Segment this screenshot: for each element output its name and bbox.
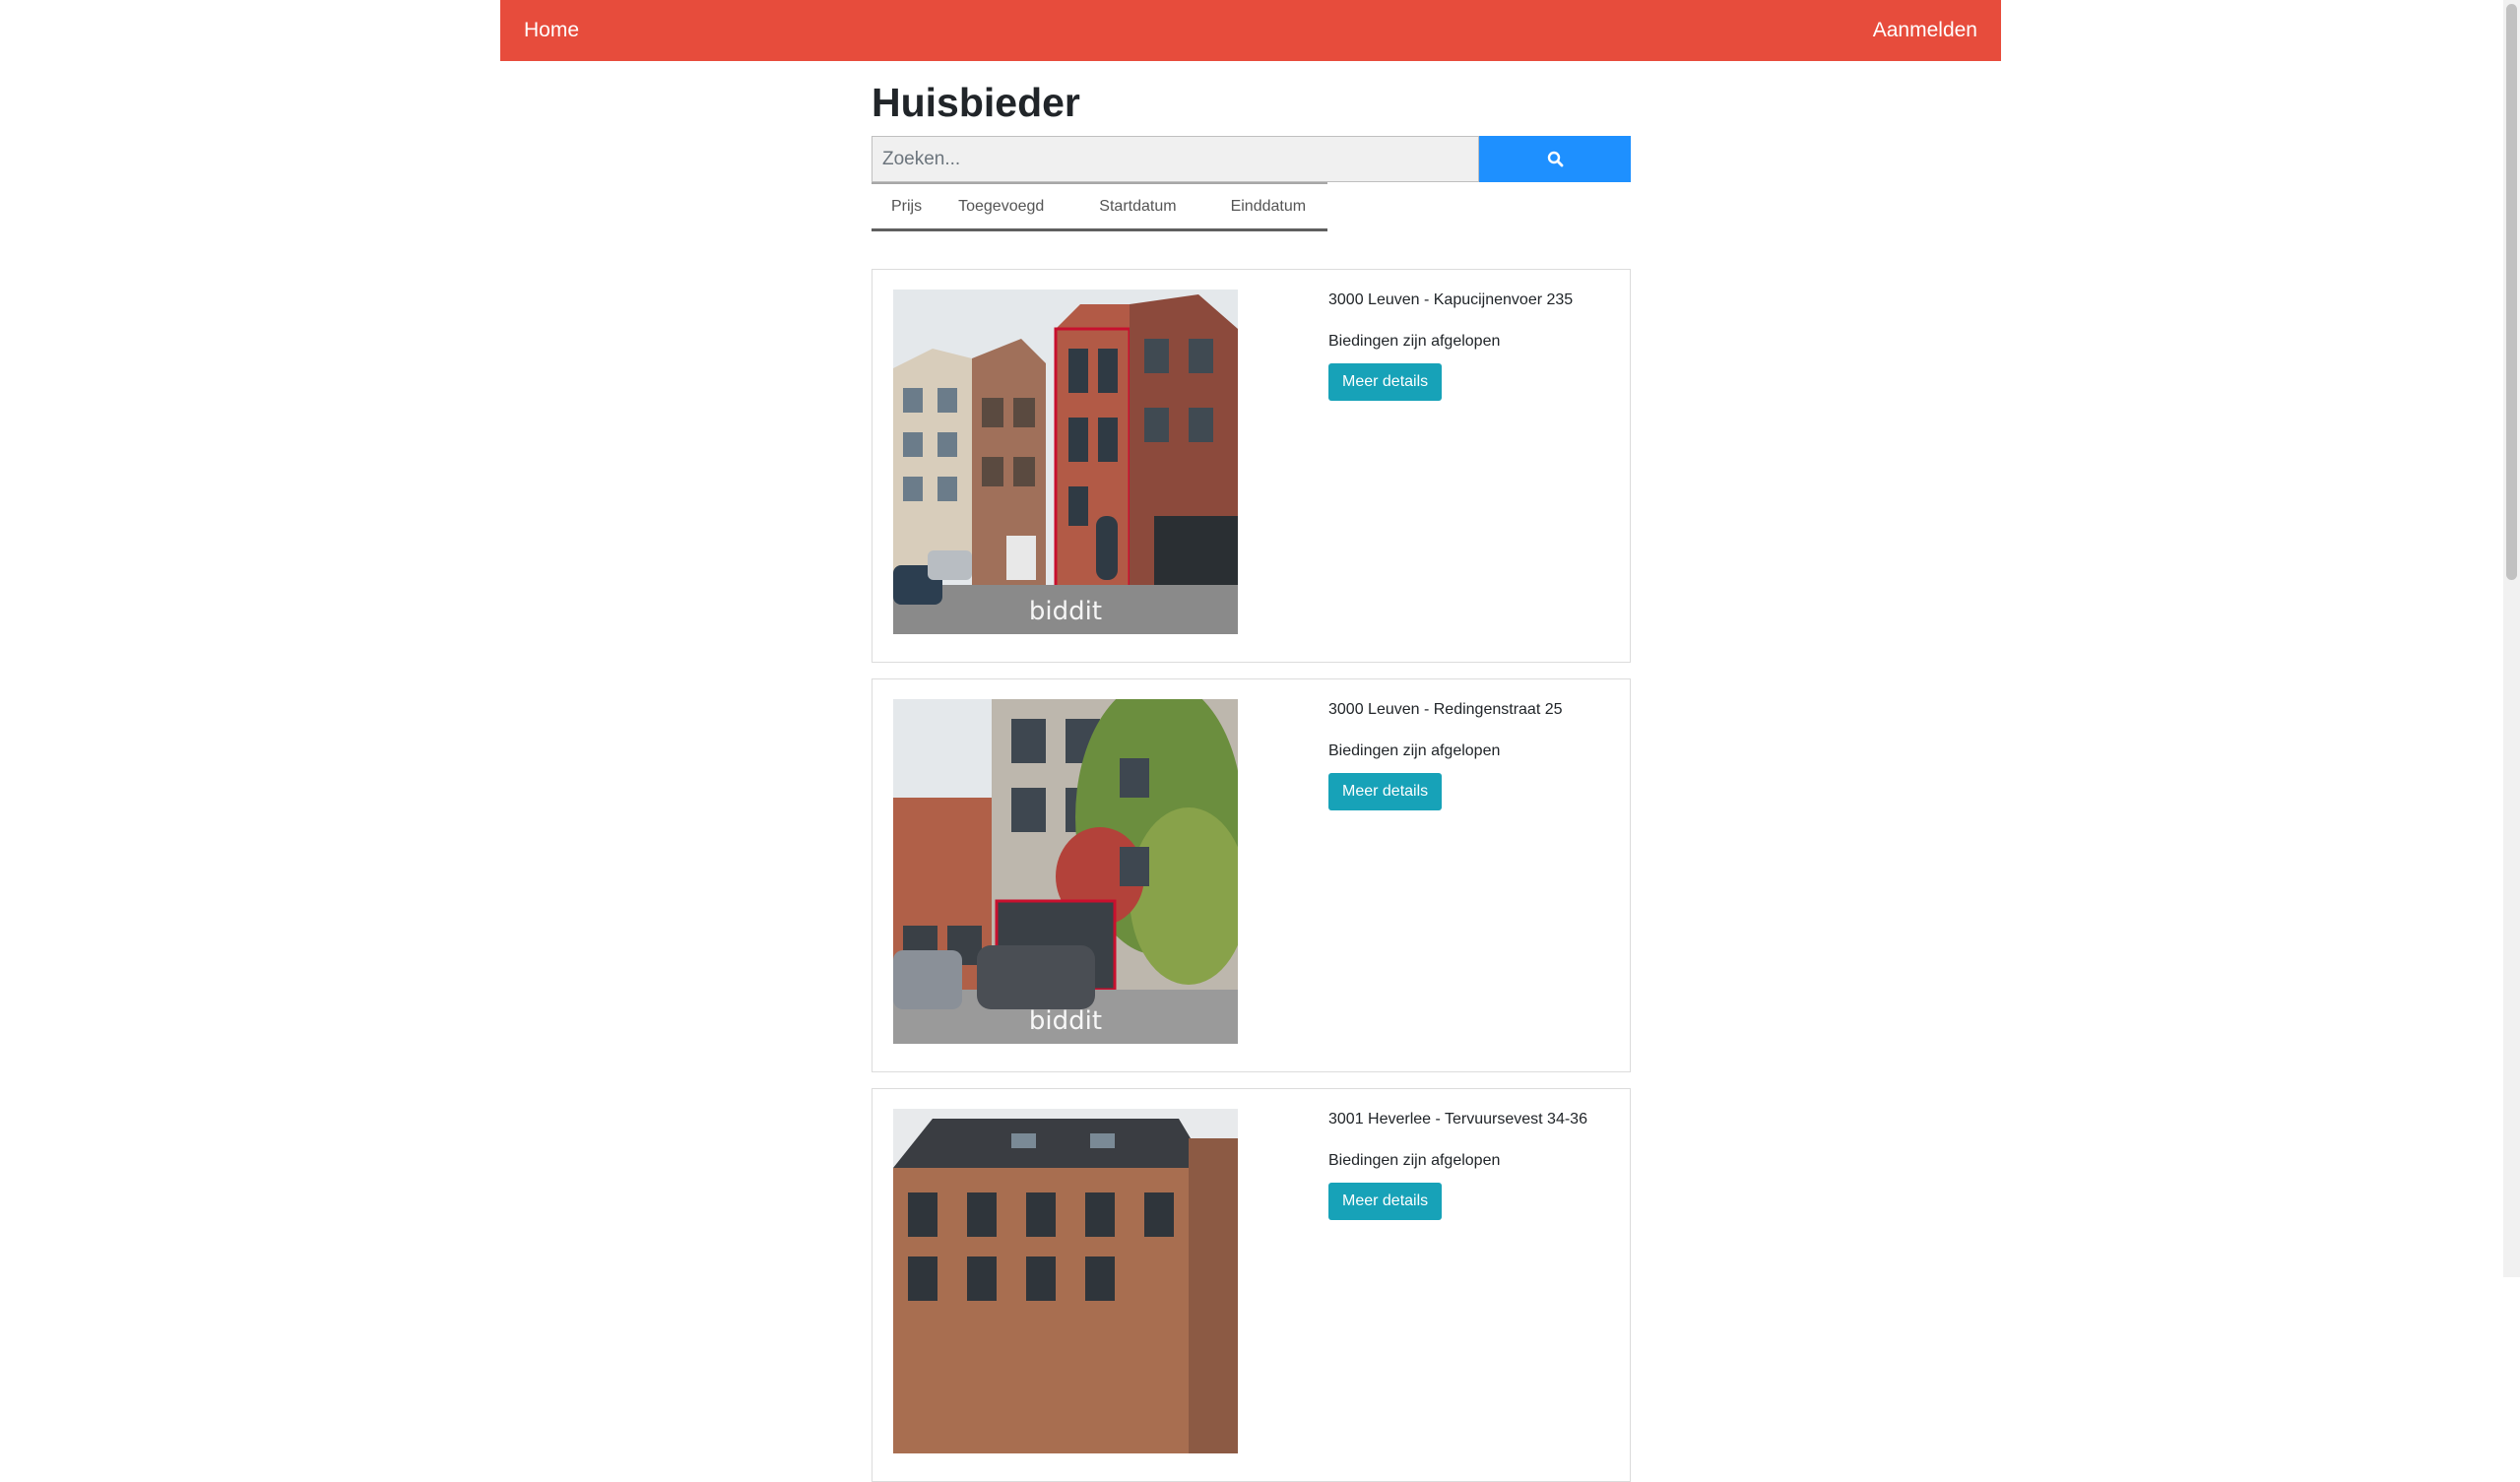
property-photo[interactable]: biddit xyxy=(893,699,1238,1044)
nav-home-link[interactable]: Home xyxy=(524,19,579,42)
listing-info: 3001 Heverlee - Tervuursevest 34-36 Bied… xyxy=(1328,1111,1587,1220)
listing-address: 3001 Heverlee - Tervuursevest 34-36 xyxy=(1328,1111,1587,1128)
listing-info: 3000 Leuven - Kapucijnenvoer 235 Bieding… xyxy=(1328,291,1573,401)
listing-address: 3000 Leuven - Redingenstraat 25 xyxy=(1328,701,1563,718)
photo-watermark: biddit xyxy=(1028,597,1103,626)
search-button[interactable] xyxy=(1479,136,1631,183)
listing-card: biddit 3000 Leuven - Redingenstraat 25 B… xyxy=(872,678,1631,1072)
main-column: Huisbieder Prijs Toegevoegd Startdatum E… xyxy=(872,61,1631,232)
more-details-button[interactable]: Meer details xyxy=(1328,363,1443,401)
property-photo[interactable]: biddit xyxy=(893,290,1238,634)
listing-address: 3000 Leuven - Kapucijnenvoer 235 xyxy=(1328,291,1574,308)
page-scrollbar[interactable] xyxy=(2503,0,2520,1277)
property-photo[interactable] xyxy=(893,1109,1238,1453)
sort-tab-price[interactable]: Prijs xyxy=(891,198,922,216)
sort-tabs: Prijs Toegevoegd Startdatum Einddatum xyxy=(872,182,1327,232)
search-input[interactable] xyxy=(872,136,1479,183)
listing-card: biddit 3000 Leuven - Kapucijnenvoer 235 … xyxy=(872,269,1631,663)
search-icon xyxy=(1547,151,1563,167)
page-title: Huisbieder xyxy=(872,80,1080,125)
scrollbar-thumb[interactable] xyxy=(2506,4,2517,580)
listing-status: Biedingen zijn afgelopen xyxy=(1328,333,1501,350)
nav-login-link[interactable]: Aanmelden xyxy=(1873,19,1977,42)
top-navbar: Home Aanmelden xyxy=(500,0,2001,61)
search-bar xyxy=(872,136,1631,183)
sort-tab-added[interactable]: Toegevoegd xyxy=(958,198,1044,216)
more-details-button[interactable]: Meer details xyxy=(1328,1183,1443,1220)
listing-info: 3000 Leuven - Redingenstraat 25 Biedinge… xyxy=(1328,701,1563,810)
more-details-button[interactable]: Meer details xyxy=(1328,773,1443,810)
photo-watermark: biddit xyxy=(1028,1006,1103,1036)
sort-tab-start-date[interactable]: Startdatum xyxy=(1099,198,1176,216)
listing-status: Biedingen zijn afgelopen xyxy=(1328,1152,1501,1169)
listing-card: 3001 Heverlee - Tervuursevest 34-36 Bied… xyxy=(872,1088,1631,1482)
listing-status: Biedingen zijn afgelopen xyxy=(1328,742,1501,759)
sort-tab-end-date[interactable]: Einddatum xyxy=(1231,198,1307,216)
